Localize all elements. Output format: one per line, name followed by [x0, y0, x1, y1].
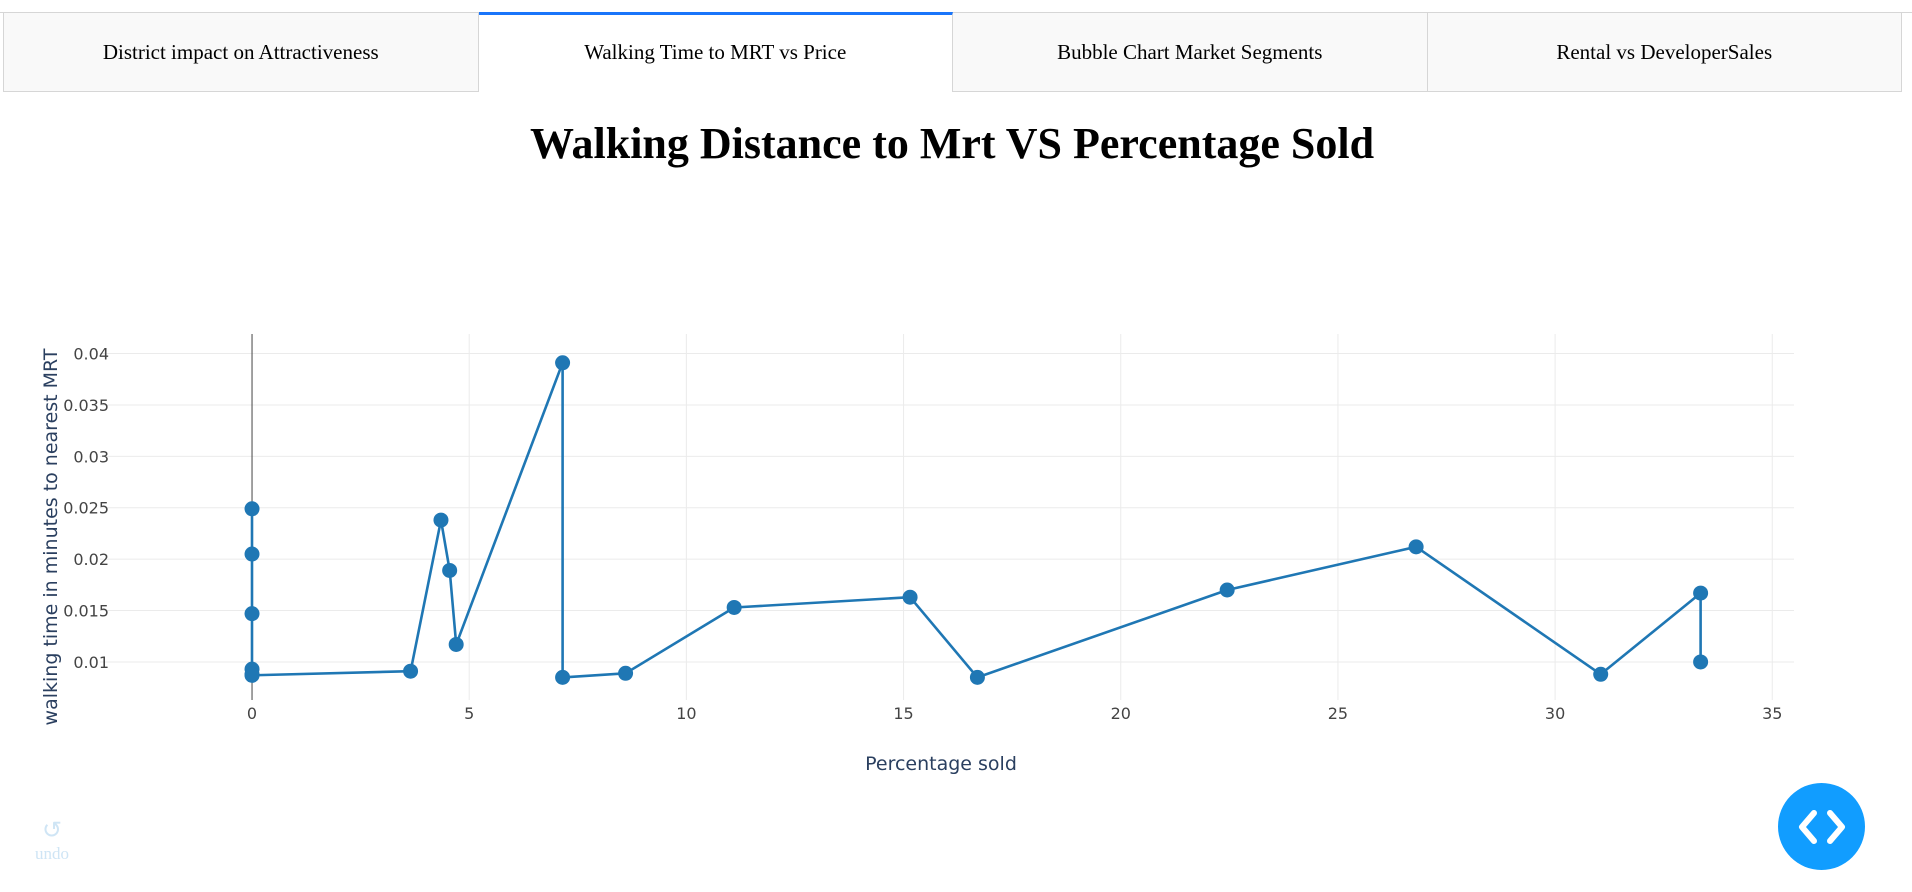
- chart-grid: [100, 334, 1794, 700]
- x-tick-label: 0: [247, 704, 257, 723]
- line-chart[interactable]: 0 5 10 15 20 25 30 35 0.010.0150.020.0250.030.0…: [0, 0, 1912, 892]
- data-point: [403, 663, 419, 679]
- x-tick-label: 20: [1111, 704, 1131, 723]
- x-axis-title: Percentage sold: [865, 753, 1017, 775]
- y-axis-title: walking time in minutes to nearest MRT: [40, 348, 62, 725]
- data-point: [555, 669, 571, 685]
- y-tick-label: 0.035: [63, 396, 109, 415]
- data-point: [244, 546, 260, 562]
- x-tick-label: 35: [1762, 704, 1782, 723]
- undo-button[interactable]: ↺ undo: [30, 818, 74, 864]
- data-point: [618, 665, 634, 681]
- data-point: [1219, 582, 1235, 598]
- x-axis-ticks: 0 5 10 15 20 25 30 35: [247, 704, 1783, 723]
- y-tick-label: 0.025: [63, 499, 109, 518]
- y-tick-label: 0.015: [63, 602, 109, 621]
- y-tick-label: 0.04: [73, 345, 109, 364]
- x-tick-label: 25: [1328, 704, 1348, 723]
- data-point: [433, 512, 449, 528]
- data-point: [1593, 666, 1609, 682]
- undo-label: undo: [35, 844, 69, 863]
- data-point: [442, 562, 458, 578]
- code-brackets-icon: [1798, 809, 1845, 844]
- x-tick-label: 5: [464, 704, 474, 723]
- data-point: [244, 501, 260, 517]
- y-tick-label: 0.01: [73, 653, 109, 672]
- data-point: [244, 606, 260, 622]
- data-point: [969, 669, 985, 685]
- data-point: [1693, 654, 1709, 670]
- x-tick-label: 10: [676, 704, 696, 723]
- data-point: [1408, 539, 1424, 555]
- x-tick-label: 15: [893, 704, 913, 723]
- data-point: [555, 355, 571, 371]
- data-point: [902, 589, 918, 605]
- y-tick-label: 0.03: [73, 447, 109, 466]
- data-point: [244, 667, 260, 683]
- data-point: [448, 636, 464, 652]
- data-point: [1693, 585, 1709, 601]
- y-axis-ticks: 0.01 0.015 0.02 0.025 0.03 0.035 0.04: [63, 345, 109, 672]
- x-tick-label: 30: [1545, 704, 1565, 723]
- undo-icon: ↺: [41, 818, 63, 844]
- data-point: [726, 599, 742, 615]
- y-tick-label: 0.02: [73, 550, 109, 569]
- code-toggle-button[interactable]: [1778, 783, 1865, 870]
